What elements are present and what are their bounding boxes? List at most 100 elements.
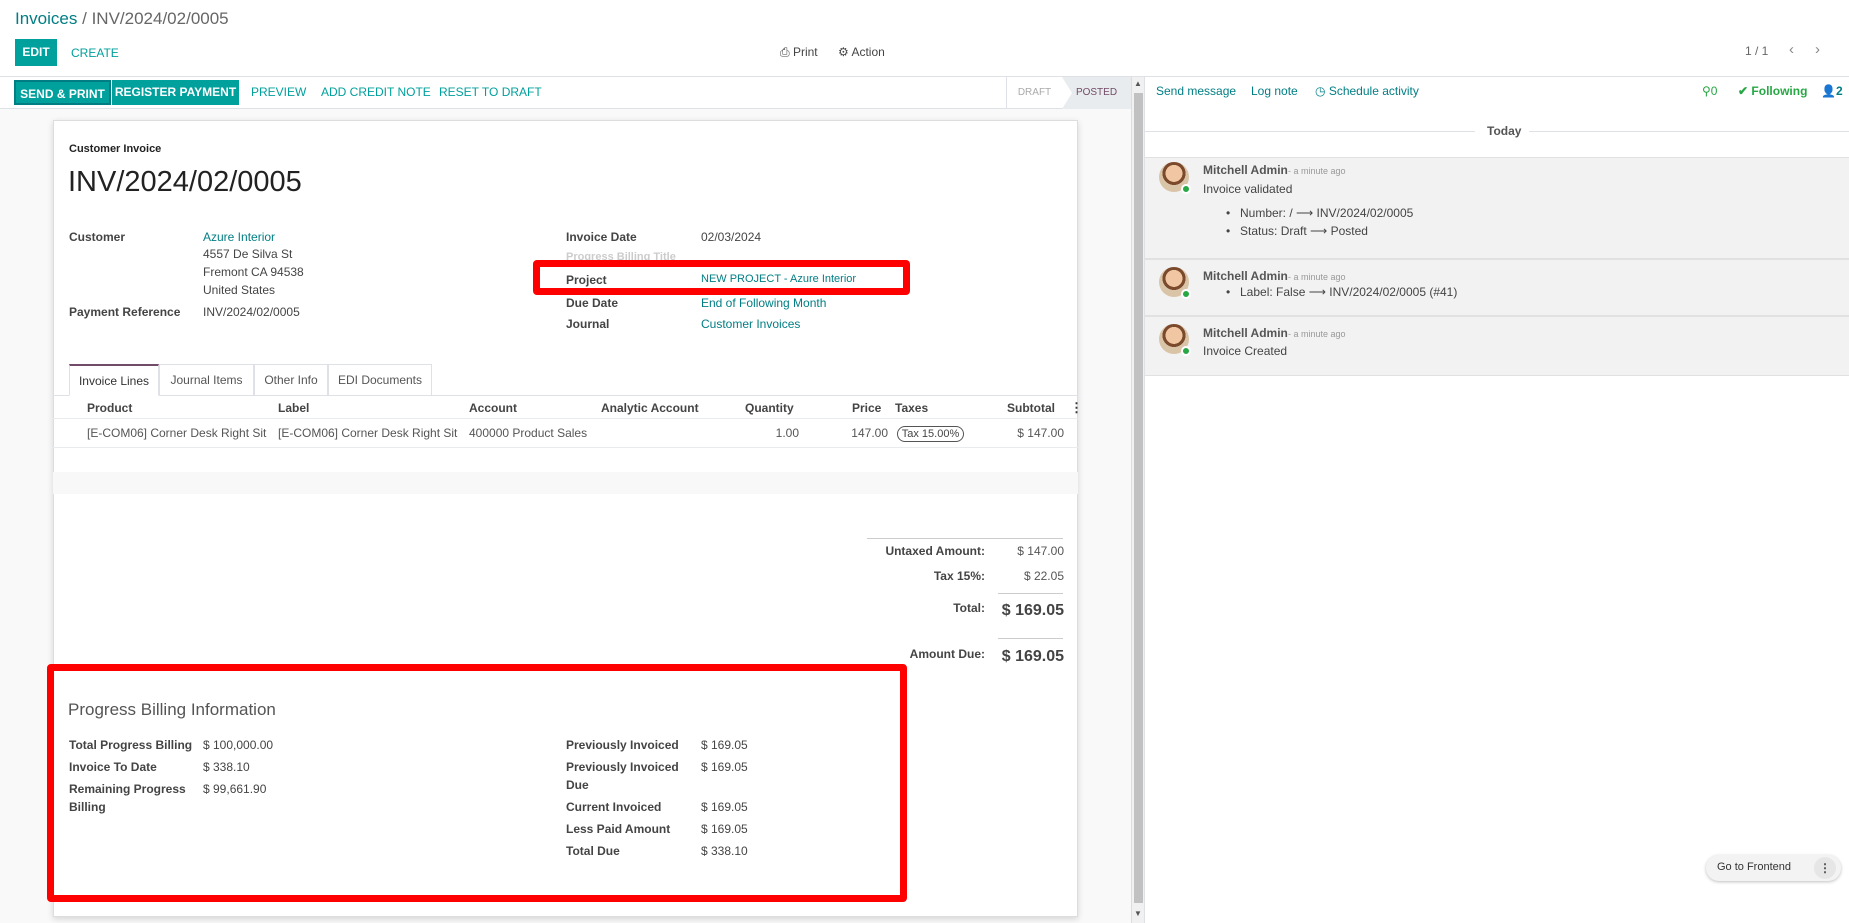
tab-journal-items[interactable]: Journal Items — [159, 364, 254, 396]
line-price: 147.00 — [851, 426, 888, 440]
online-status-icon — [1181, 346, 1191, 356]
avatar[interactable] — [1159, 162, 1191, 194]
send-print-button[interactable]: SEND & PRINT — [14, 80, 111, 105]
previously-invoiced-due-value: $ 169.05 — [701, 760, 748, 774]
log-note-button[interactable]: Log note — [1251, 84, 1298, 98]
frontend-menu-kebab-icon[interactable]: ⋮ — [1814, 857, 1836, 879]
line-product: [E-COM06] Corner Desk Right Sit — [87, 426, 267, 440]
customer-label: Customer — [69, 230, 126, 244]
total-label: Total: — [953, 601, 985, 615]
scroll-up-icon[interactable]: ▲ — [1134, 79, 1142, 88]
total-progress-billing-value: $ 100,000.00 — [203, 738, 274, 752]
totals-top-divider — [867, 538, 1063, 539]
go-to-frontend-widget[interactable]: Go to Frontend ⋮ — [1706, 855, 1841, 881]
bullet-icon: • — [1226, 285, 1231, 299]
chatter-message[interactable]: Mitchell Admin - a minute ago Invoice Cr… — [1145, 316, 1849, 376]
column-header-product[interactable]: Product — [87, 401, 132, 415]
edit-button[interactable]: EDIT — [15, 39, 57, 66]
go-to-frontend-label[interactable]: Go to Frontend — [1717, 861, 1791, 873]
progress-billing-title: Progress Billing Information — [68, 700, 276, 719]
column-header-analytic-account[interactable]: Analytic Account — [601, 401, 699, 415]
column-header-price[interactable]: Price — [852, 401, 881, 415]
status-draft[interactable]: DRAFT — [1006, 77, 1062, 109]
action-button[interactable]: ⚙ Action — [838, 45, 885, 59]
pager-value[interactable]: 1 / 1 — [1745, 44, 1768, 58]
column-header-account[interactable]: Account — [469, 401, 517, 415]
send-message-button[interactable]: Send message — [1156, 84, 1236, 98]
form-scrollbar[interactable]: ▲ ▼ — [1131, 77, 1144, 923]
tab-other-info[interactable]: Other Info — [254, 364, 328, 396]
avatar[interactable] — [1159, 267, 1191, 299]
empty-table-row — [53, 472, 1078, 494]
pager-previous-button[interactable]: ‹ — [1789, 41, 1794, 58]
scroll-thumb[interactable] — [1134, 93, 1143, 903]
scroll-down-icon[interactable]: ▼ — [1134, 909, 1142, 918]
invoice-date-label: Invoice Date — [566, 230, 637, 244]
pager-next-button[interactable]: › — [1815, 41, 1820, 58]
today-divider-left — [1145, 131, 1475, 132]
printer-icon: ⎙ — [780, 45, 790, 59]
column-header-label[interactable]: Label — [278, 401, 309, 415]
tab-invoice-lines[interactable]: Invoice Lines — [69, 364, 159, 396]
today-label: Today — [1479, 124, 1530, 138]
amount-due-divider — [998, 638, 1063, 639]
customer-name-link[interactable]: Azure Interior — [203, 230, 275, 244]
breadcrumb-current: INV/2024/02/0005 — [91, 9, 229, 28]
message-author[interactable]: Mitchell Admin — [1203, 326, 1288, 340]
print-label: Print — [792, 45, 818, 59]
online-status-icon — [1181, 184, 1191, 194]
message-change-status: Status: Draft ⟶ Posted — [1240, 224, 1368, 238]
message-author[interactable]: Mitchell Admin — [1203, 269, 1288, 283]
create-button[interactable]: CREATE — [71, 46, 119, 60]
customer-address-line3: United States — [203, 283, 276, 297]
schedule-activity-label: Schedule activity — [1328, 84, 1419, 98]
due-date-value[interactable]: End of Following Month — [701, 296, 826, 310]
clock-icon: ◷ — [1315, 84, 1326, 98]
breadcrumb: Invoices / INV/2024/02/0005 — [15, 9, 229, 29]
optional-columns-kebab-icon[interactable]: ⋮ — [1070, 400, 1083, 416]
today-divider-right — [1525, 131, 1849, 132]
avatar[interactable] — [1159, 324, 1191, 356]
following-label: Following — [1751, 84, 1808, 98]
line-account: 400000 Product Sales — [469, 426, 588, 440]
tab-edi-documents[interactable]: EDI Documents — [328, 364, 432, 396]
chatter-message[interactable]: Mitchell Admin - a minute ago • Label: F… — [1145, 259, 1849, 316]
payment-reference-value[interactable]: INV/2024/02/0005 — [203, 305, 300, 319]
user-icon: 👤 — [1821, 84, 1836, 98]
message-author[interactable]: Mitchell Admin — [1203, 163, 1288, 177]
amount-due-label: Amount Due: — [909, 647, 985, 661]
check-icon: ✔ — [1738, 84, 1749, 98]
add-credit-note-button[interactable]: ADD CREDIT NOTE — [321, 85, 431, 99]
remaining-progress-label-line2: Billing — [69, 800, 106, 814]
followers-button[interactable]: 👤2 — [1821, 84, 1843, 98]
customer-address-line1: 4557 De Silva St — [203, 247, 293, 261]
invoice-type: Customer Invoice — [69, 143, 162, 155]
column-header-taxes[interactable]: Taxes — [895, 401, 928, 415]
invoice-date-value[interactable]: 02/03/2024 — [701, 230, 761, 244]
line-quantity: 1.00 — [775, 426, 799, 440]
less-paid-amount-label: Less Paid Amount — [566, 822, 671, 836]
column-header-subtotal[interactable]: Subtotal — [1007, 401, 1055, 415]
remaining-progress-value: $ 99,661.90 — [203, 782, 267, 796]
attachments-button[interactable]: ⚲0 — [1702, 84, 1717, 98]
tax-value: $ 22.05 — [1023, 569, 1064, 583]
total-value: $ 169.05 — [1001, 602, 1064, 619]
message-time: - a minute ago — [1288, 166, 1346, 176]
reset-to-draft-button[interactable]: RESET TO DRAFT — [439, 85, 542, 99]
chatter-message[interactable]: Mitchell Admin - a minute ago Invoice va… — [1145, 157, 1849, 259]
gear-icon: ⚙ — [838, 45, 849, 59]
form-statusbar: SEND & PRINT REGISTER PAYMENT PREVIEW AD… — [0, 77, 1131, 109]
register-payment-button[interactable]: REGISTER PAYMENT — [112, 80, 239, 105]
message-body: Invoice Created — [1203, 344, 1288, 358]
invoice-number: INV/2024/02/0005 — [68, 166, 302, 198]
breadcrumb-separator: / — [82, 9, 87, 28]
schedule-activity-button[interactable]: ◷ Schedule activity — [1315, 84, 1419, 98]
print-button[interactable]: ⎙ Print — [780, 45, 818, 60]
header-divider — [53, 418, 1078, 419]
following-button[interactable]: ✔ Following — [1738, 84, 1807, 98]
journal-link[interactable]: Customer Invoices — [701, 317, 800, 331]
bullet-icon: • — [1226, 206, 1231, 220]
breadcrumb-invoices-link[interactable]: Invoices — [15, 9, 77, 28]
preview-button[interactable]: PREVIEW — [251, 85, 306, 99]
column-header-quantity[interactable]: Quantity — [745, 401, 794, 415]
